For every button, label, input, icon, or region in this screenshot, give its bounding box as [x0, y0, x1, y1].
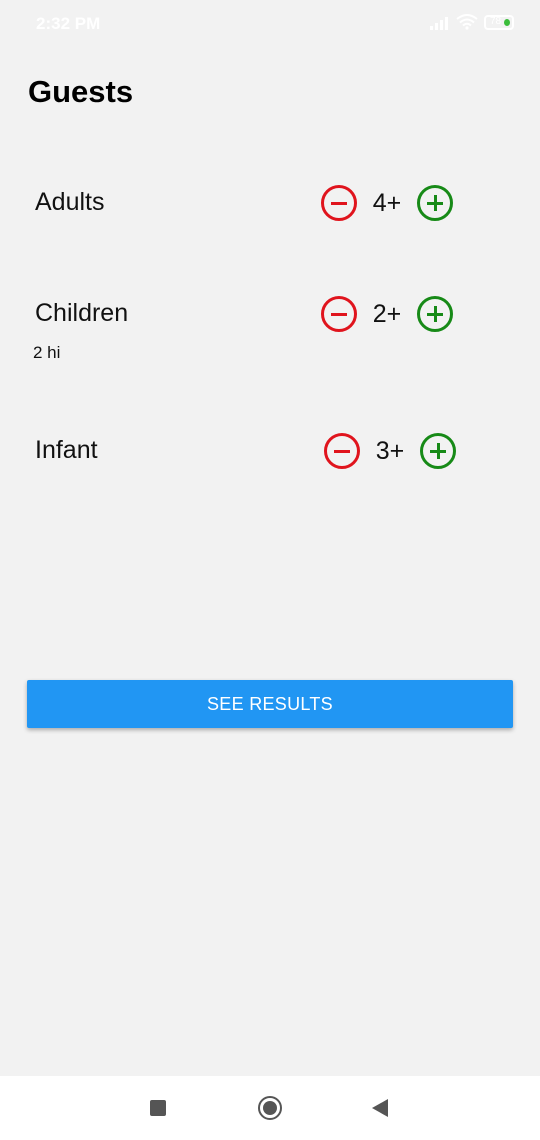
decrement-infant-button[interactable]	[324, 433, 360, 469]
recent-apps-icon[interactable]	[150, 1100, 166, 1116]
battery-level: 78	[490, 15, 502, 27]
decrement-children-button[interactable]	[321, 296, 357, 332]
wifi-icon	[456, 14, 478, 30]
stepper-adults: 4+	[321, 185, 453, 221]
increment-adults-button[interactable]	[417, 185, 453, 221]
battery-icon: 78	[484, 14, 514, 30]
stepper-children: 2+	[321, 296, 453, 332]
system-nav-bar	[0, 1076, 540, 1140]
status-bar: 2:32 PM 78	[0, 0, 540, 46]
guest-label-adults: Adults	[35, 188, 105, 216]
signal-icon	[430, 14, 450, 30]
guest-label-infant: Infant	[35, 436, 98, 464]
value-infant: 3+	[375, 436, 405, 465]
value-children: 2+	[372, 299, 402, 328]
status-time: 2:32 PM	[36, 14, 101, 33]
guests-screen: 2:32 PM 78 Guests Adults 4+ Children 2 h…	[0, 0, 540, 1140]
stepper-infant: 3+	[324, 433, 456, 469]
increment-children-button[interactable]	[417, 296, 453, 332]
increment-infant-button[interactable]	[420, 433, 456, 469]
page-title: Guests	[28, 74, 134, 109]
home-icon[interactable]	[258, 1096, 282, 1120]
guest-sub-children: 2 hi	[33, 343, 61, 362]
see-results-button[interactable]: SEE RESULTS	[27, 680, 513, 728]
guest-label-children: Children	[35, 299, 129, 327]
status-icons: 78	[430, 14, 514, 30]
back-icon[interactable]	[372, 1099, 388, 1117]
decrement-adults-button[interactable]	[321, 185, 357, 221]
value-adults: 4+	[372, 188, 402, 217]
